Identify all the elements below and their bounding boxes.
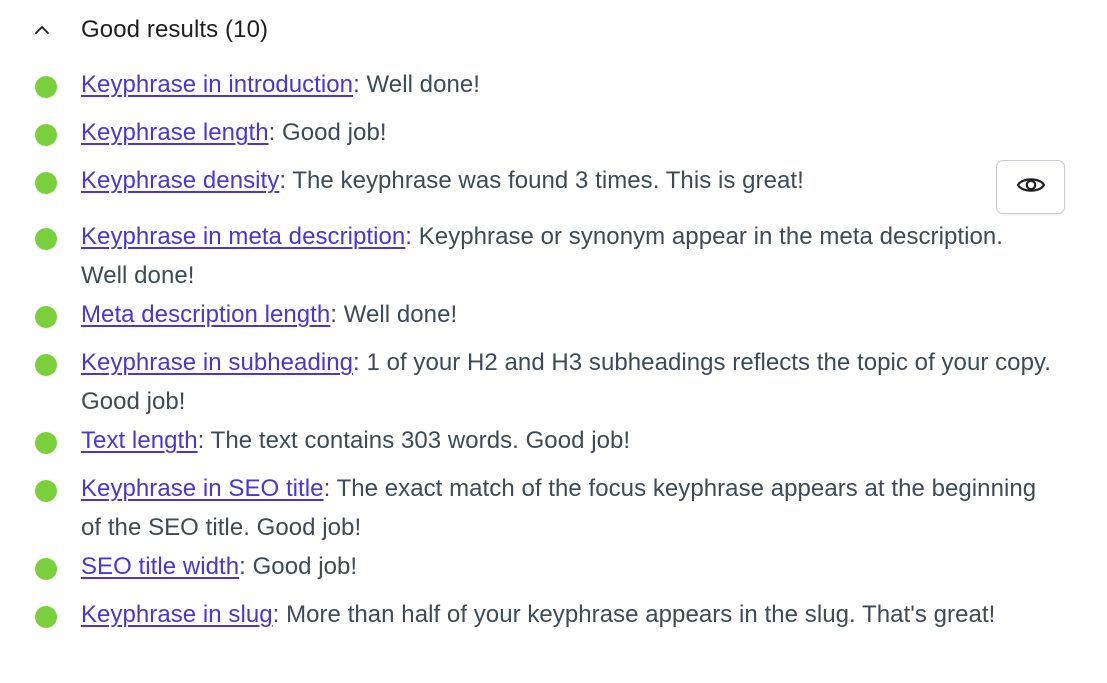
result-link[interactable]: Keyphrase in slug (81, 601, 273, 628)
chevron-up-icon (30, 18, 54, 42)
result-text: Keyphrase in subheading: 1 of your H2 an… (81, 343, 1056, 421)
good-status-bullet (35, 432, 57, 454)
result-text: Keyphrase in introduction: Well done! (81, 65, 1056, 104)
result-text: Keyphrase in meta description: Keyphrase… (81, 217, 1056, 295)
result-link[interactable]: Keyphrase density (81, 167, 279, 194)
good-status-bullet (35, 172, 57, 194)
result-link[interactable]: Keyphrase in subheading (81, 349, 353, 376)
result-message: : The text contains 303 words. Good job! (197, 427, 631, 454)
result-text: Keyphrase in slug: More than half of you… (81, 595, 1056, 634)
result-text: Meta description length: Well done! (81, 295, 1056, 334)
result-link[interactable]: Meta description length (81, 301, 330, 328)
section-title: Good results (10) (81, 16, 269, 43)
result-message: : Good job! (239, 553, 358, 580)
good-results-section: Good results (10) Keyphrase in introduct… (0, 0, 1107, 683)
good-results-toggle[interactable]: Good results (10) (30, 12, 268, 48)
result-text: Keyphrase length: Good job! (81, 113, 1056, 152)
good-status-bullet (35, 228, 57, 250)
result-link[interactable]: Keyphrase in introduction (81, 71, 353, 98)
result-message: : The keyphrase was found 3 times. This … (279, 167, 804, 194)
result-message: : Good job! (268, 119, 387, 146)
result-link[interactable]: SEO title width (81, 553, 239, 580)
result-text: Keyphrase in SEO title: The exact match … (81, 469, 1056, 547)
highlight-keyphrase-button[interactable] (996, 160, 1065, 214)
result-message: : More than half of your keyphrase appea… (272, 601, 996, 628)
result-message: : Well done! (353, 71, 480, 98)
result-text: Keyphrase density: The keyphrase was fou… (81, 161, 1056, 200)
result-link[interactable]: Keyphrase length (81, 119, 269, 146)
good-status-bullet (35, 306, 57, 328)
good-status-bullet (35, 76, 57, 98)
result-text: Text length: The text contains 303 words… (81, 421, 1056, 460)
result-link[interactable]: Keyphrase in meta description (81, 223, 405, 250)
result-text: SEO title width: Good job! (81, 547, 1056, 586)
good-status-bullet (35, 606, 57, 628)
good-status-bullet (35, 354, 57, 376)
eye-icon (1016, 174, 1046, 201)
result-link[interactable]: Text length (81, 427, 198, 454)
result-message: : Well done! (330, 301, 458, 328)
good-status-bullet (35, 558, 57, 580)
result-link[interactable]: Keyphrase in SEO title (81, 475, 324, 502)
good-status-bullet (35, 480, 57, 502)
good-status-bullet (35, 124, 57, 146)
